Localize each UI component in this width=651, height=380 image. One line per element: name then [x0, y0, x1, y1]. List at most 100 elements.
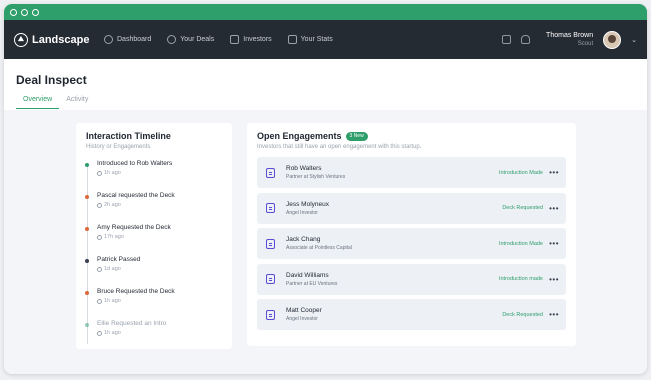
person-icon — [230, 35, 240, 44]
nav-item-label: Your Stats — [300, 36, 333, 43]
globe-icon — [167, 35, 177, 44]
engagements-title-row: Open Engagements 3 New — [257, 131, 566, 141]
landscape-logo-icon: ⛰ — [14, 32, 28, 47]
timeline-item-title: Patrick Passed — [97, 256, 141, 263]
timeline-subtitle: History or Engagements — [86, 144, 151, 150]
engagements-title: Open Engagements — [257, 131, 342, 141]
nav-item-your-deals[interactable]: Your Deals — [167, 35, 214, 44]
more-options-icon[interactable]: ••• — [549, 204, 559, 213]
clipboard-icon — [266, 309, 275, 320]
window-titlebar — [4, 4, 647, 20]
nav-item-label: Investors — [243, 36, 272, 43]
timeline-dot — [85, 163, 89, 167]
clock-icon — [97, 266, 102, 272]
timeline-item: Amy Requested the Deck 17h ago — [85, 224, 222, 256]
timeline-time-label: 17h ago — [104, 234, 124, 240]
clipboard-icon — [266, 274, 275, 284]
engagement-row[interactable]: Jack Chang Associate at Pointless Capita… — [257, 228, 566, 259]
nav-item-label: Dashboard — [117, 36, 152, 43]
investor-role: Partner at EU Ventures — [286, 280, 338, 287]
more-options-icon[interactable]: ••• — [549, 310, 559, 319]
timeline-time-label: 2h ago — [104, 202, 121, 208]
investor-name: Jack Chang — [286, 236, 321, 243]
engagement-row[interactable]: Rob Walters Partner at Stylish Ventures … — [257, 157, 566, 188]
timeline-item-time: 17h ago — [97, 234, 222, 240]
open-engagements-card: Open Engagements 3 New Investors that st… — [247, 123, 576, 346]
engagement-status: Introduction Made — [498, 240, 543, 247]
user-name: Thomas Brown — [546, 32, 594, 39]
window-minimize-dot[interactable] — [21, 8, 28, 16]
clipboard-icon — [266, 167, 275, 178]
more-options-icon[interactable]: ••• — [549, 239, 559, 248]
user-info[interactable]: Thomas Brown Scout — [546, 32, 593, 47]
investor-name: David Williams — [286, 271, 329, 279]
timeline-item: Pascal requested the Deck 2h ago — [85, 192, 222, 224]
engagements-list: Rob Walters Partner at Stylish Ventures … — [257, 157, 566, 330]
brand[interactable]: ⛰ Landscape — [14, 32, 100, 47]
timeline-dot — [85, 227, 89, 231]
timeline-item-title: Bruce Requested the Deck — [97, 288, 175, 295]
more-options-icon[interactable]: ••• — [549, 168, 559, 177]
engagement-info: Rob Walters Partner at Stylish Ventures — [286, 165, 345, 180]
timeline-time-label: 1d ago — [104, 266, 121, 272]
timeline-time-label: 1h ago — [104, 298, 121, 304]
engagement-status: Introduction made — [498, 276, 543, 282]
window-close-dot[interactable] — [10, 8, 17, 16]
engagement-status: Deck Requested — [502, 311, 543, 318]
avatar[interactable] — [603, 30, 622, 49]
page-header: Deal Inspect Overview Activity — [4, 59, 647, 110]
timeline-item: Bruce Requested the Deck 1h ago — [85, 288, 222, 320]
investor-role: Angel Investor — [286, 209, 318, 216]
timeline-item-time: 1h ago — [97, 330, 222, 336]
chart-icon — [287, 35, 297, 44]
timeline-item-title: Amy Requested the Deck — [97, 224, 171, 231]
top-navbar: ⛰ Landscape Dashboard Your Deals Investo… — [4, 20, 647, 59]
engagement-row[interactable]: David Williams Partner at EU Ventures In… — [257, 263, 566, 295]
new-count-badge: 3 New — [345, 131, 368, 141]
page-tabs: Overview Activity — [16, 96, 635, 109]
nav-item-investors[interactable]: Investors — [230, 35, 272, 44]
investor-name: Matt Cooper — [286, 307, 322, 314]
investor-role: Associate at Pointless Capital — [286, 245, 352, 251]
clock-icon — [97, 170, 102, 176]
chat-icon[interactable] — [502, 35, 512, 44]
clock-icon — [97, 330, 102, 336]
nav-item-your-stats[interactable]: Your Stats — [287, 35, 333, 44]
main-nav: Dashboard Your Deals Investors Your Stat… — [104, 35, 333, 44]
navbar-tools: Thomas Brown Scout ⌄ — [502, 20, 637, 59]
clipboard-icon — [266, 238, 275, 249]
clock-icon — [97, 234, 102, 240]
timeline-time-label: 1h ago — [104, 170, 121, 176]
engagement-info: Jack Chang Associate at Pointless Capita… — [286, 236, 352, 251]
bell-icon[interactable] — [521, 35, 531, 44]
engagement-row[interactable]: Jess Molyneux Angel Investor Deck Reques… — [257, 192, 566, 224]
interaction-timeline-card: Interaction Timeline History or Engageme… — [76, 123, 232, 349]
more-options-icon[interactable]: ••• — [549, 275, 559, 284]
clock-icon — [97, 202, 102, 208]
user-role: Scout — [577, 41, 594, 47]
tab-activity[interactable]: Activity — [59, 96, 95, 109]
timeline-item-time: 2h ago — [97, 202, 222, 208]
timeline-time-label: 1h ago — [104, 330, 121, 336]
window-maximize-dot[interactable] — [32, 8, 39, 16]
timeline-item-title: Introduced to Rob Walters — [97, 160, 173, 167]
timeline-dot — [85, 259, 89, 263]
engagement-row[interactable]: Matt Cooper Angel Investor Deck Requeste… — [257, 299, 566, 330]
timeline-item: Ellie Requested an Intro 1h ago — [85, 320, 222, 352]
engagement-info: Jess Molyneux Angel Investor — [286, 201, 329, 216]
engagement-status: Introduction Made — [498, 169, 543, 176]
browser-window: ⛰ Landscape Dashboard Your Deals Investo… — [4, 4, 647, 374]
timeline-dot — [85, 323, 89, 327]
investor-role: Partner at Stylish Ventures — [286, 174, 346, 180]
timeline-item-title: Pascal requested the Deck — [97, 192, 175, 199]
timeline-item-time: 1d ago — [97, 266, 222, 272]
tab-overview[interactable]: Overview — [16, 96, 60, 109]
chevron-down-icon[interactable]: ⌄ — [631, 36, 637, 44]
engagement-status: Deck Requested — [502, 205, 543, 211]
engagement-info: David Williams Partner at EU Ventures — [286, 272, 337, 287]
nav-item-dashboard[interactable]: Dashboard — [104, 35, 151, 44]
page-title: Deal Inspect — [16, 73, 87, 87]
timeline-title: Interaction Timeline — [86, 131, 171, 141]
engagement-info: Matt Cooper Angel Investor — [286, 307, 322, 322]
timeline-list: Introduced to Rob Walters 1h ago Pascal … — [85, 160, 222, 352]
